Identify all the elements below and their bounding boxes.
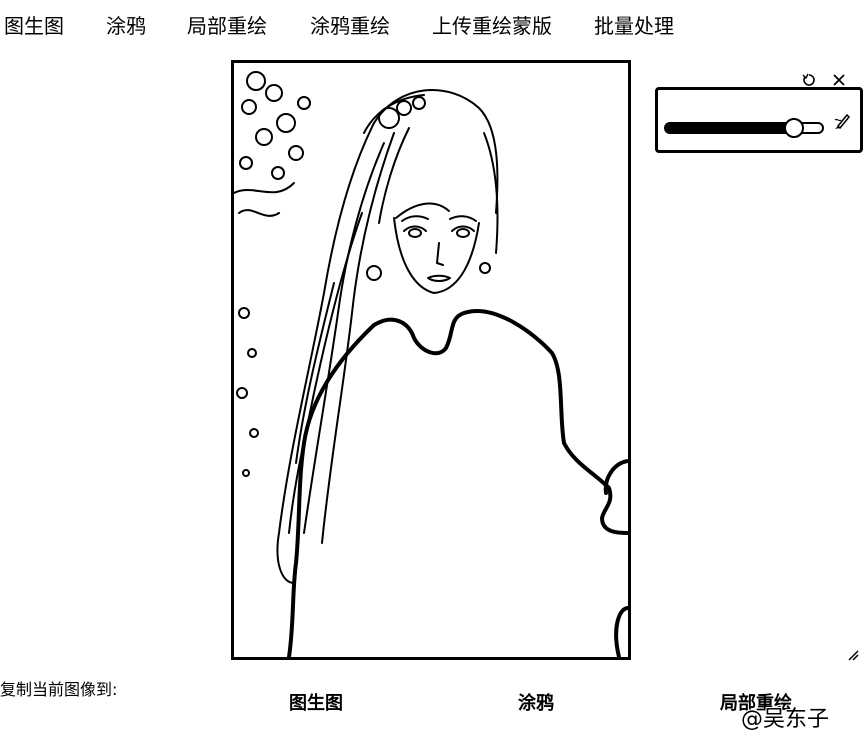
tab-inpaint-sketch[interactable]: 涂鸦重绘 [310, 12, 390, 40]
mask-outline [287, 309, 628, 657]
line-art-portrait [234, 71, 628, 657]
image-canvas[interactable] [231, 60, 631, 660]
undo-icon[interactable] [802, 72, 816, 86]
slider-fill [666, 124, 794, 132]
tab-img2img[interactable]: 图生图 [4, 12, 64, 40]
tab-batch[interactable]: 批量处理 [594, 12, 674, 40]
close-icon[interactable] [832, 72, 846, 86]
tab-inpaint-upload[interactable]: 上传重绘蒙版 [432, 12, 552, 40]
send-to-img2img-button[interactable]: 图生图 [289, 692, 343, 716]
tab-sketch[interactable]: 涂鸦 [106, 12, 146, 40]
copy-to-label: 复制当前图像到: [0, 680, 118, 699]
brush-size-slider[interactable] [664, 118, 824, 138]
tab-inpaint[interactable]: 局部重绘 [187, 12, 267, 40]
hair-strands [276, 89, 499, 584]
send-to-sketch-button[interactable]: 涂鸦 [518, 692, 554, 716]
brush-size-panel [655, 87, 863, 153]
mode-tabs: 图生图 涂鸦 局部重绘 涂鸦重绘 上传重绘蒙版 批量处理 [0, 0, 868, 52]
slider-thumb[interactable] [783, 118, 804, 138]
resize-handle-icon[interactable] [847, 646, 859, 661]
pen-icon[interactable] [834, 112, 851, 130]
face [366, 202, 491, 294]
watermark: @吴东子 [741, 707, 830, 732]
